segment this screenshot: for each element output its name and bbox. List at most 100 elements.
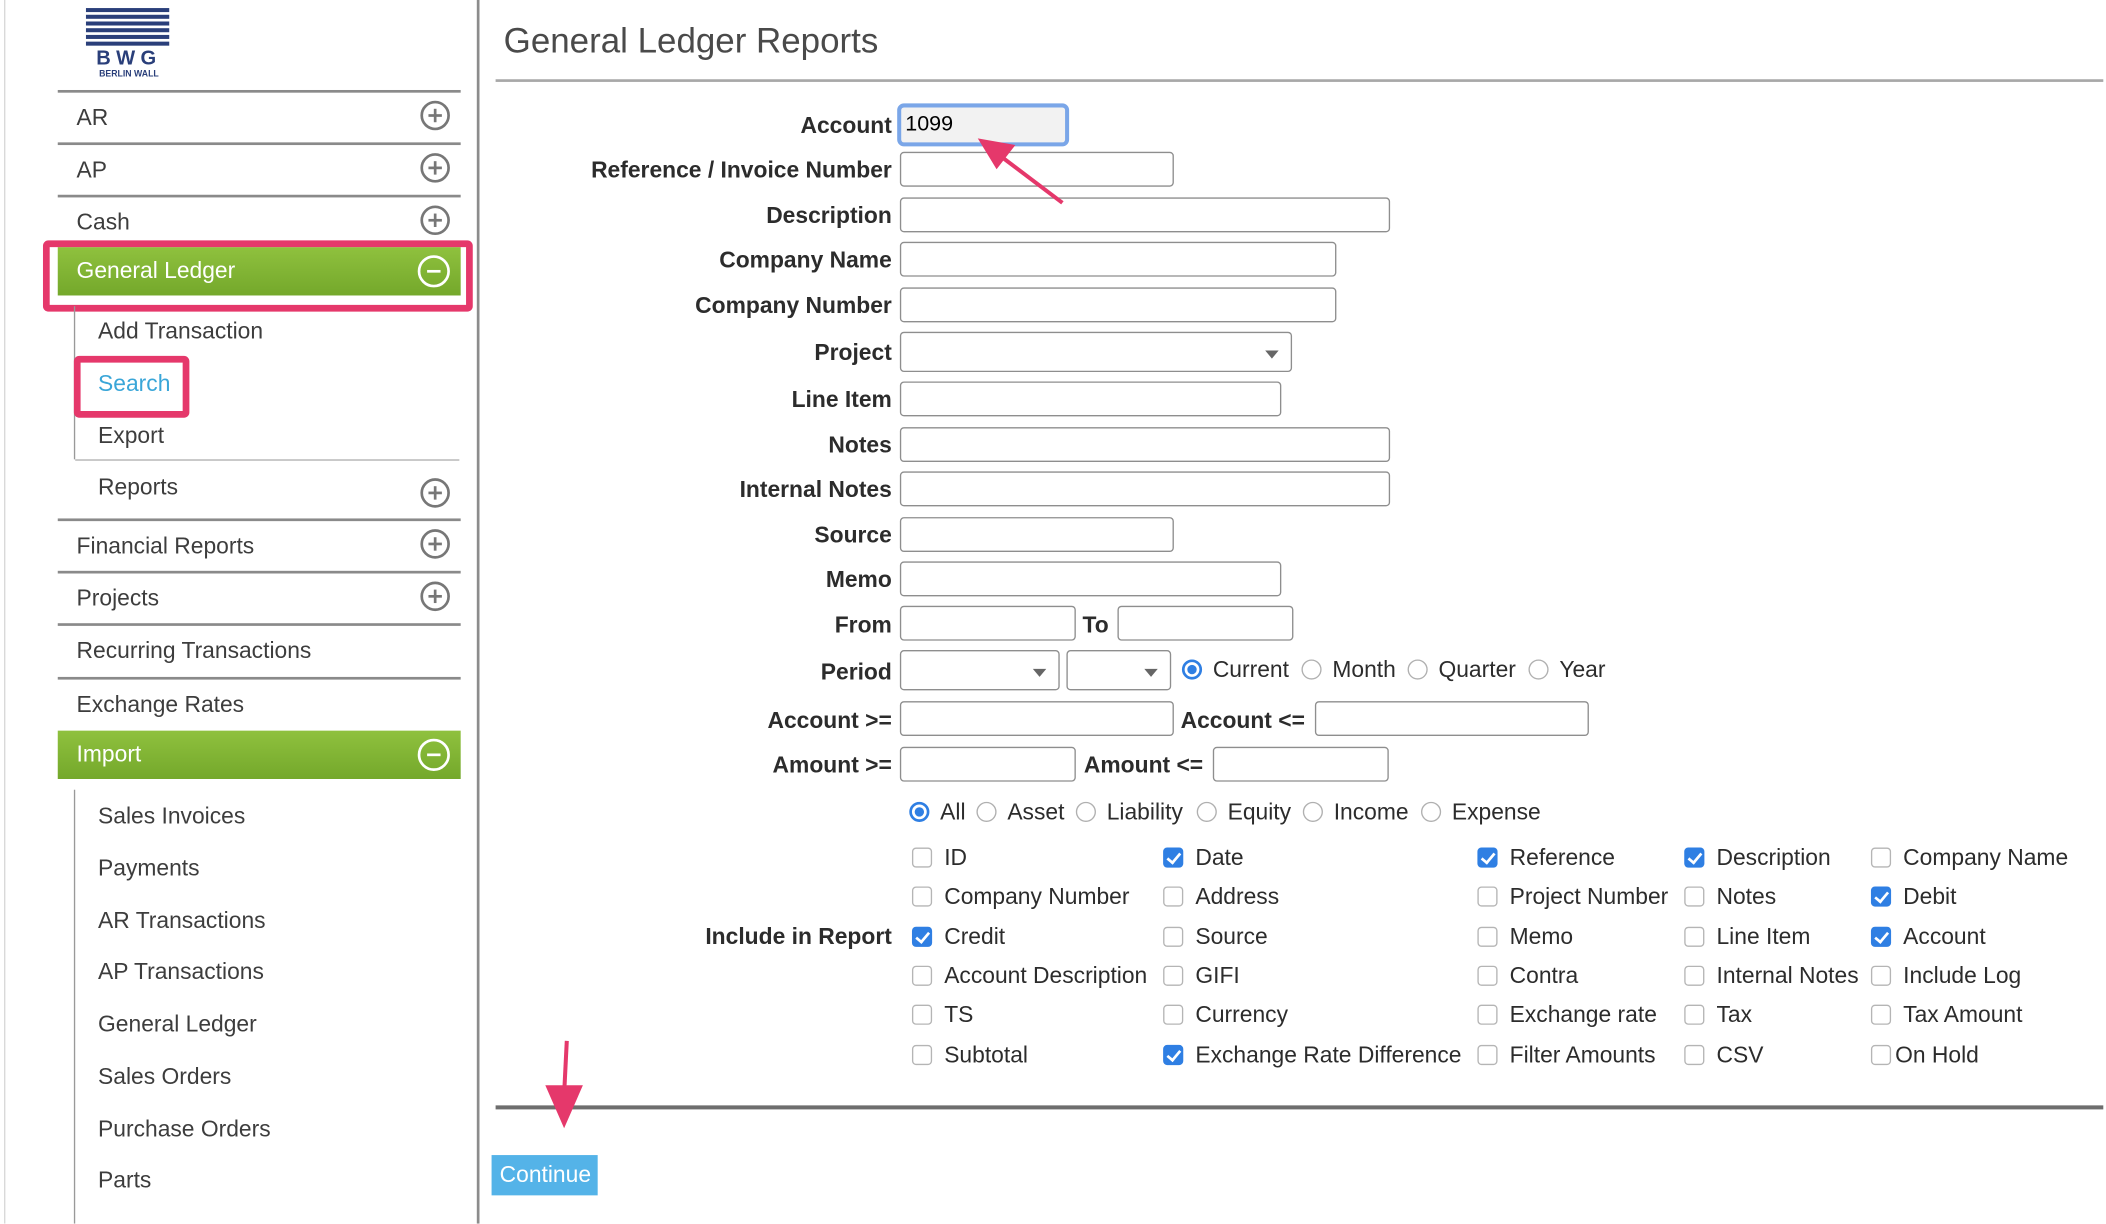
account-input[interactable] xyxy=(897,103,1070,147)
include-reference-checkbox[interactable] xyxy=(1477,847,1498,868)
include-line-item-checkbox[interactable] xyxy=(1684,926,1705,947)
internal-notes-input[interactable] xyxy=(899,471,1391,507)
include-id-checkbox[interactable] xyxy=(911,847,933,868)
include-internal-notes-checkbox[interactable] xyxy=(1684,965,1705,986)
include-project-number-label: Project Number xyxy=(1509,883,1669,910)
include-company-number-checkbox[interactable] xyxy=(911,886,933,907)
sidebar-subitem-sales-orders[interactable]: Sales Orders xyxy=(98,1064,231,1091)
sidebar-item-projects[interactable]: Projects xyxy=(57,570,461,625)
sidebar-subitem-ar-transactions[interactable]: AR Transactions xyxy=(98,908,266,935)
include-address-checkbox[interactable] xyxy=(1163,886,1184,907)
sidebar-subitem-export[interactable]: Export xyxy=(98,423,164,450)
include-company-name-label: Company Name xyxy=(1903,844,2069,871)
expand-plus-icon[interactable] xyxy=(420,529,450,559)
expand-plus-icon[interactable] xyxy=(420,205,450,236)
sidebar-subitem-ap-transactions[interactable]: AP Transactions xyxy=(98,959,264,986)
sidebar-item-label: Financial Reports xyxy=(76,533,255,559)
include-tax-amount-checkbox[interactable] xyxy=(1870,1004,1892,1025)
company-name-input[interactable] xyxy=(899,241,1337,277)
sidebar-item-ap[interactable]: AP xyxy=(57,142,461,196)
source-input[interactable] xyxy=(899,517,1174,553)
period-year-radio[interactable] xyxy=(1528,659,1549,680)
sidebar-subitem-parts[interactable]: Parts xyxy=(98,1167,151,1194)
description-input[interactable] xyxy=(899,197,1391,233)
include-ts-checkbox[interactable] xyxy=(911,1004,933,1025)
include-include-log-checkbox[interactable] xyxy=(1870,965,1892,986)
account-lte-input[interactable] xyxy=(1314,701,1589,737)
include-exchange-rate-difference-checkbox[interactable] xyxy=(1163,1044,1184,1066)
include-exchange-rate-checkbox[interactable] xyxy=(1477,1004,1498,1025)
include-contra-checkbox[interactable] xyxy=(1477,965,1498,986)
include-description-label: Description xyxy=(1716,844,1831,871)
subitem-divider xyxy=(75,459,460,461)
reference-input[interactable] xyxy=(899,151,1174,187)
include-notes-checkbox[interactable] xyxy=(1684,886,1705,907)
sidebar-subitem-general-ledger[interactable]: General Ledger xyxy=(98,1011,257,1038)
company-logo[interactable]: BWG BERLIN WALL xyxy=(81,8,178,83)
include-subtotal-label: Subtotal xyxy=(944,1042,1028,1068)
sidebar-subitem-purchase-orders[interactable]: Purchase Orders xyxy=(98,1116,271,1143)
amount-gte-input[interactable] xyxy=(899,746,1076,782)
sidebar-item-exchange-rates[interactable]: Exchange Rates xyxy=(57,676,461,733)
expand-plus-icon[interactable] xyxy=(420,100,450,131)
include-tax-amount-label: Tax Amount xyxy=(1903,1001,2023,1028)
include-subtotal-checkbox[interactable] xyxy=(911,1044,933,1066)
sidebar-subitem-add-transaction[interactable]: Add Transaction xyxy=(98,318,263,345)
period-year-select[interactable] xyxy=(1066,650,1172,691)
include-account-checkbox[interactable] xyxy=(1870,926,1892,947)
include-gifi-label: GIFI xyxy=(1195,963,1240,989)
reports-expand[interactable] xyxy=(389,470,460,521)
to-date-input[interactable] xyxy=(1117,605,1294,641)
period-quarter-radio[interactable] xyxy=(1407,659,1428,680)
expand-plus-icon[interactable] xyxy=(420,581,450,612)
type-all-radio[interactable] xyxy=(909,801,930,822)
include-company-name-checkbox[interactable] xyxy=(1870,847,1892,868)
type-income-radio[interactable] xyxy=(1302,801,1323,822)
type-equity-radio[interactable] xyxy=(1196,801,1217,822)
sidebar-item-import[interactable]: Import xyxy=(57,730,461,779)
include-memo-checkbox[interactable] xyxy=(1477,926,1498,947)
sidebar-item-recurring-transactions[interactable]: Recurring Transactions xyxy=(57,623,461,679)
include-date-checkbox[interactable] xyxy=(1163,847,1184,868)
expand-plus-icon[interactable] xyxy=(420,153,450,183)
project-label: Project xyxy=(814,339,892,366)
type-asset-radio[interactable] xyxy=(976,801,997,822)
include-gifi-checkbox[interactable] xyxy=(1163,965,1184,986)
include-currency-checkbox[interactable] xyxy=(1163,1004,1184,1025)
type-liability-radio[interactable] xyxy=(1075,801,1096,822)
period-month-radio[interactable] xyxy=(1301,659,1322,680)
account-lte-label: Account <= xyxy=(1180,707,1305,734)
from-date-input[interactable] xyxy=(899,605,1076,641)
include-account-description-checkbox[interactable] xyxy=(911,965,933,986)
sidebar-item-ar[interactable]: AR xyxy=(57,89,461,144)
sidebar-item-financial-reports[interactable]: Financial Reports xyxy=(57,518,461,572)
include-description-checkbox[interactable] xyxy=(1684,847,1705,868)
account-gte-input[interactable] xyxy=(899,701,1174,737)
include-project-number-checkbox[interactable] xyxy=(1477,886,1498,907)
include-debit-checkbox[interactable] xyxy=(1870,886,1892,907)
line-item-input[interactable] xyxy=(899,381,1282,417)
company-number-input[interactable] xyxy=(899,287,1337,323)
type-expense-radio[interactable] xyxy=(1420,801,1442,822)
company-name-label: Company Name xyxy=(719,247,892,273)
include-csv-checkbox[interactable] xyxy=(1684,1044,1705,1066)
include-source-checkbox[interactable] xyxy=(1163,926,1184,947)
collapse-minus-icon[interactable] xyxy=(417,738,450,771)
include-on-hold-checkbox[interactable] xyxy=(1870,1044,1892,1066)
highlight-box-search xyxy=(73,355,190,418)
memo-input[interactable] xyxy=(899,561,1282,597)
include-filter-amounts-checkbox[interactable] xyxy=(1477,1044,1498,1066)
include-credit-checkbox[interactable] xyxy=(911,926,933,947)
sidebar-subitem-sales-invoices[interactable]: Sales Invoices xyxy=(98,803,245,830)
notes-input[interactable] xyxy=(899,427,1391,463)
expand-plus-icon[interactable] xyxy=(420,478,450,508)
include-tax-checkbox[interactable] xyxy=(1684,1004,1705,1025)
amount-lte-input[interactable] xyxy=(1212,746,1389,782)
period-month-select[interactable] xyxy=(899,650,1060,691)
project-select[interactable] xyxy=(899,331,1293,373)
period-current-radio[interactable] xyxy=(1181,659,1203,680)
continue-button[interactable]: Continue xyxy=(491,1155,598,1196)
source-label: Source xyxy=(814,522,892,548)
sidebar-subitem-payments[interactable]: Payments xyxy=(98,856,200,883)
sidebar-subitem-reports[interactable]: Reports xyxy=(98,474,178,501)
